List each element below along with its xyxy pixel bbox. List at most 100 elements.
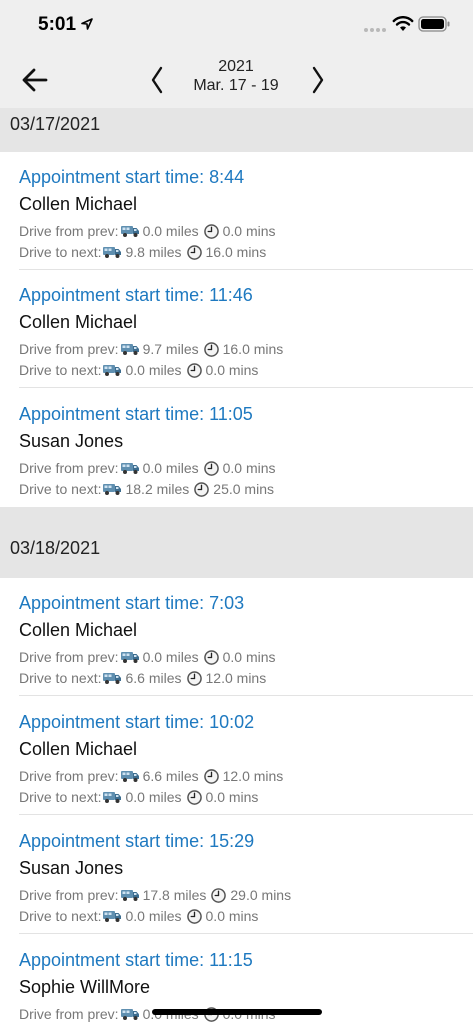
wifi-icon: [392, 16, 414, 31]
truck-icon: [102, 482, 122, 496]
back-button[interactable]: [16, 60, 56, 100]
range-dates: Mar. 17 - 19: [193, 77, 279, 94]
prev-miles: 0.0 miles: [142, 460, 199, 476]
clock-icon: [187, 909, 202, 924]
client-name: Collen Michael: [19, 739, 138, 759]
drive-from-prev: Drive from prev: 0.0 miles 0.0 mins: [19, 223, 276, 239]
drive-to-next-label: Drive to next:: [19, 789, 102, 805]
next-mins: 0.0 mins: [205, 908, 259, 924]
truck-icon: [120, 1007, 140, 1021]
day-header: 03/18/2021: [0, 507, 473, 578]
drive-to-next-label: Drive to next:: [19, 481, 102, 497]
top-bar: 5:01 2021 Mar. 17 - 19: [0, 0, 473, 108]
next-miles: 0.0 miles: [125, 362, 182, 378]
clock-icon: [187, 245, 202, 260]
appointment-title: Appointment start time: 7:03: [19, 593, 245, 613]
truck-icon: [102, 790, 122, 804]
drive-from-prev-label: Drive from prev:: [19, 1006, 119, 1022]
drive-from-prev-label: Drive from prev:: [19, 223, 119, 239]
appointment-card[interactable]: Appointment start time: 11:46 Collen Mic…: [0, 270, 473, 388]
client-name: Collen Michael: [19, 620, 138, 640]
divider: [19, 695, 473, 696]
clock-icon: [194, 482, 209, 497]
drive-from-prev: Drive from prev: 9.7 miles 16.0 mins: [19, 341, 283, 357]
drive-from-prev-label: Drive from prev:: [19, 768, 119, 784]
prev-mins: 16.0 mins: [222, 341, 284, 357]
client-name: Susan Jones: [19, 431, 124, 451]
appointment-title: Appointment start time: 11:46: [19, 285, 253, 305]
prev-mins: 0.0 mins: [222, 649, 276, 665]
drive-from-prev: Drive from prev: 0.0 miles 0.0 mins: [19, 649, 276, 665]
drive-from-prev-label: Drive from prev:: [19, 460, 119, 476]
location-arrow-icon: [81, 18, 93, 30]
client-name: Sophie WillMore: [19, 977, 151, 997]
drive-to-next: Drive to next: 0.0 miles 0.0 mins: [19, 789, 258, 805]
truck-icon: [102, 909, 122, 923]
clock-icon: [187, 363, 202, 378]
appointment-card[interactable]: Appointment start time: 10:02 Collen Mic…: [0, 697, 473, 815]
clock-icon: [187, 671, 202, 686]
prev-miles: 17.8 miles: [142, 887, 207, 903]
drive-from-prev-label: Drive from prev:: [19, 341, 119, 357]
appointment-card[interactable]: Appointment start time: 15:29 Susan Jone…: [0, 816, 473, 934]
status-time: 5:01: [38, 14, 77, 35]
drive-to-next: Drive to next: 0.0 miles 0.0 mins: [19, 362, 258, 378]
prev-miles: 0.0 miles: [142, 649, 199, 665]
truck-icon: [120, 224, 140, 238]
day-date: 03/18/2021: [10, 538, 101, 558]
next-mins: 25.0 mins: [213, 481, 274, 497]
range-year: 2021: [218, 58, 254, 75]
clock-icon: [204, 650, 219, 665]
drive-to-next: Drive to next: 0.0 miles 0.0 mins: [19, 908, 258, 924]
next-miles: 9.8 miles: [125, 244, 182, 260]
day-header: 03/17/2021: [0, 108, 473, 152]
appointment-title: Appointment start time: 15:29: [19, 831, 255, 851]
status-bar: 5:01: [0, 0, 473, 52]
truck-icon: [120, 888, 140, 902]
drive-from-prev-label: Drive from prev:: [19, 649, 119, 665]
truck-icon: [120, 461, 140, 475]
divider: [19, 814, 473, 815]
date-range: 2021 Mar. 17 - 19: [160, 58, 312, 96]
drive-to-next-label: Drive to next:: [19, 362, 102, 378]
truck-icon: [102, 245, 122, 259]
clock-icon: [204, 461, 219, 476]
drive-from-prev-label: Drive from prev:: [19, 887, 119, 903]
drive-from-prev: Drive from prev: 6.6 miles 12.0 mins: [19, 768, 283, 784]
next-miles: 0.0 miles: [125, 789, 182, 805]
next-range-button[interactable]: [303, 60, 333, 100]
clock-icon: [204, 342, 219, 357]
client-name: Susan Jones: [19, 858, 124, 878]
appointment-title: Appointment start time: 11:15: [19, 950, 253, 970]
next-miles: 6.6 miles: [125, 670, 182, 686]
drive-from-prev: Drive from prev: 17.8 miles 29.0 mins: [19, 887, 291, 903]
drive-to-next: Drive to next: 18.2 miles 25.0 mins: [19, 481, 274, 497]
drive-to-next: Drive to next: 9.8 miles 16.0 mins: [19, 244, 266, 260]
next-mins: 16.0 mins: [205, 244, 267, 260]
drive-to-next-label: Drive to next:: [19, 244, 102, 260]
nav-bar: 2021 Mar. 17 - 19: [0, 52, 473, 108]
next-mins: 12.0 mins: [205, 670, 267, 686]
prev-miles: 6.6 miles: [142, 768, 199, 784]
truck-icon: [120, 342, 140, 356]
prev-miles: 9.7 miles: [142, 341, 199, 357]
divider: [19, 387, 473, 388]
appointment-title: Appointment start time: 10:02: [19, 712, 255, 732]
appointment-title: Appointment start time: 8:44: [19, 167, 245, 187]
truck-icon: [102, 363, 122, 377]
appointment-card[interactable]: Appointment start time: 8:44 Collen Mich…: [0, 152, 473, 270]
next-mins: 0.0 mins: [205, 362, 259, 378]
home-indicator[interactable]: [152, 1009, 322, 1015]
prev-miles: 0.0 miles: [142, 223, 199, 239]
divider: [19, 933, 473, 934]
appointment-card[interactable]: Appointment start time: 11:05 Susan Jone…: [0, 389, 473, 507]
client-name: Collen Michael: [19, 194, 138, 214]
appointment-card[interactable]: Appointment start time: 7:03 Collen Mich…: [0, 578, 473, 696]
prev-mins: 0.0 mins: [222, 223, 276, 239]
signal-icon: [364, 28, 386, 32]
appointment-title: Appointment start time: 11:05: [19, 404, 253, 424]
drive-to-next: Drive to next: 6.6 miles 12.0 mins: [19, 670, 266, 686]
drive-to-next-label: Drive to next:: [19, 908, 102, 924]
client-name: Collen Michael: [19, 312, 138, 332]
next-miles: 18.2 miles: [125, 481, 190, 497]
